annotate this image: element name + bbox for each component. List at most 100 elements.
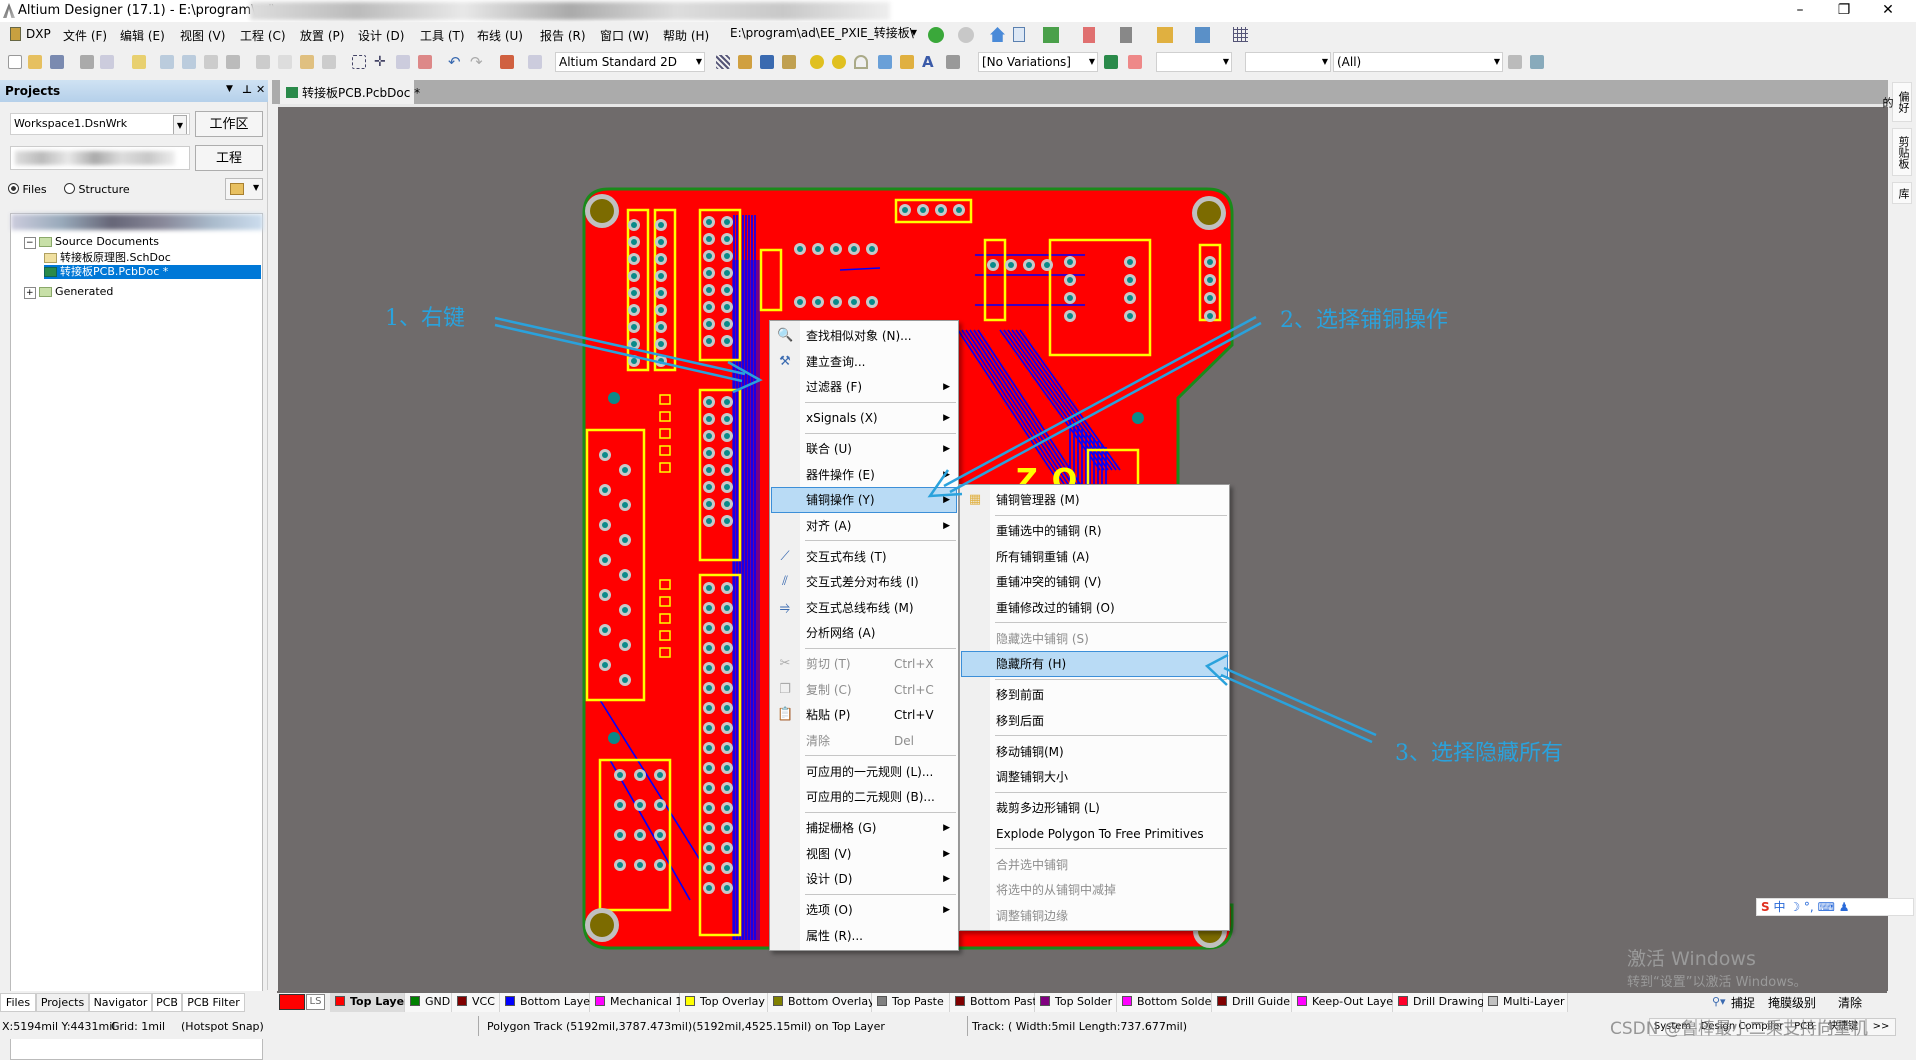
menu-item[interactable]: Explode Polygon To Free Primitives (961, 821, 1228, 847)
layer-tab[interactable]: Mechanical 1 (590, 993, 682, 1012)
layer-tab[interactable]: Top Paste (872, 993, 950, 1012)
menu-tools[interactable]: 工具 (T) (420, 27, 465, 44)
layer-tab[interactable]: Drill Drawing (1393, 993, 1484, 1012)
ime-mode-label[interactable]: 中 (1773, 900, 1785, 914)
ime-punct-icon[interactable]: °, (1804, 900, 1814, 914)
clear-button[interactable]: 清除 (1838, 994, 1862, 1011)
clear-filter-funnel-icon[interactable] (1530, 55, 1544, 69)
forward-icon[interactable] (958, 27, 974, 43)
menu-reports[interactable]: 报告 (R) (540, 27, 586, 44)
select-area-icon[interactable] (352, 55, 366, 69)
snap-filter-icon[interactable]: ⚲▾ (1712, 995, 1726, 1009)
menu-item[interactable]: 过滤器 (F) ▶ (771, 374, 957, 400)
collapse-icon[interactable]: − (24, 237, 36, 249)
panel-tab[interactable]: PCB (152, 993, 182, 1012)
radio-structure[interactable]: Structure (64, 183, 130, 196)
net-combo[interactable]: ▼ (1245, 52, 1331, 72)
menu-item[interactable]: 对齐 (A) ▶ (771, 513, 957, 539)
bus-route-icon[interactable] (760, 55, 774, 69)
menu-place[interactable]: 放置 (P) (300, 27, 344, 44)
room-icon[interactable] (1195, 27, 1210, 43)
apply-filter-icon[interactable] (1508, 55, 1522, 69)
radio-files[interactable]: Files (8, 183, 47, 196)
view-config-combo[interactable]: Altium Standard 2D ▼ (555, 52, 705, 72)
save-icon[interactable] (50, 55, 64, 69)
menu-item[interactable]: 合并选中铺铜 (961, 852, 1228, 878)
menu-item[interactable]: 重铺选中的铺铜 (R) (961, 518, 1228, 544)
menu-help[interactable]: 帮助 (H) (663, 27, 709, 44)
pad-icon[interactable] (810, 55, 824, 69)
menu-item[interactable]: 📋 粘贴 (P) Ctrl+V (771, 702, 957, 728)
layer-tab[interactable]: Top Overlay (680, 993, 768, 1012)
back-icon[interactable] (928, 27, 944, 43)
copy-icon[interactable] (278, 55, 292, 69)
pin-icon[interactable]: ⊥ (242, 83, 252, 96)
mask-level-button[interactable]: 掩膜级别 (1768, 994, 1816, 1011)
menu-item[interactable]: ❐ 复制 (C) Ctrl+C (771, 677, 957, 703)
menu-item[interactable]: ⟋ 交互式布线 (T) (771, 544, 957, 570)
interactive-route-icon[interactable] (716, 55, 730, 69)
menu-item[interactable]: 可应用的二元规则 (B)... (771, 784, 957, 810)
ime-moon-icon[interactable]: ☽ (1789, 900, 1800, 914)
diff-pair-route-icon[interactable] (738, 55, 752, 69)
menu-item[interactable]: 属性 (R)... (771, 923, 957, 949)
grid-icon[interactable] (1233, 27, 1248, 42)
layer-tab[interactable]: Multi-Layer (1483, 993, 1568, 1012)
layer-tab[interactable]: Bottom Layer (500, 993, 595, 1012)
menu-item[interactable]: 可应用的一元规则 (L)... (771, 759, 957, 785)
filter-combo[interactable]: (All) ▼ (1333, 52, 1503, 72)
panel-tab[interactable]: Navigator (89, 993, 152, 1012)
menu-item[interactable]: 联合 (U) ▶ (771, 436, 957, 462)
status-panel-button[interactable]: >> (1866, 1018, 1896, 1036)
tree-item-pcbdoc[interactable]: 转接板PCB.PcbDoc * (44, 265, 261, 279)
expand-icon[interactable]: + (24, 287, 36, 299)
panel-tab[interactable]: Files (0, 993, 36, 1012)
fill-icon[interactable] (878, 55, 892, 69)
menu-item[interactable]: 🔍 查找相似对象 (N)... (771, 323, 957, 349)
project-button[interactable]: 工程 (195, 145, 263, 171)
menu-item[interactable]: 视图 (V) ▶ (771, 841, 957, 867)
layer-tab[interactable]: Drill Guide (1212, 993, 1292, 1012)
layer-tab[interactable]: Top Layer (330, 993, 409, 1012)
project-combo[interactable] (10, 146, 190, 170)
library-panel-tab[interactable]: 库 (1892, 182, 1912, 204)
layer-tab[interactable]: Bottom Solder (1117, 993, 1216, 1012)
variant-manager-icon[interactable] (1104, 55, 1118, 69)
design-rule-icon[interactable] (1043, 27, 1059, 43)
layer-tab[interactable]: VCC (452, 993, 500, 1012)
undo-icon[interactable]: ↶ (448, 55, 462, 70)
clear-filter-icon[interactable] (418, 55, 432, 69)
menu-item[interactable]: 将选中的从铺铜中减掉 (961, 877, 1228, 903)
menu-item[interactable]: 隐藏所有 (H) (961, 651, 1228, 677)
menu-view[interactable]: 视图 (V) (180, 27, 225, 44)
document-path-combo[interactable]: E:\program\ad\EE_PXIE_转接板\ ▼ (727, 24, 919, 44)
ime-keyboard-icon[interactable]: ⌨ (1818, 900, 1835, 914)
favorites-panel-tab[interactable]: 偏好的 (1881, 82, 1912, 122)
sync-doc-icon[interactable] (1013, 27, 1025, 42)
layer-set-button[interactable]: LS (306, 994, 325, 1010)
menu-design[interactable]: 设计 (D) (358, 27, 404, 44)
menu-item[interactable]: 设计 (D) ▶ (771, 866, 957, 892)
panel-tab[interactable]: Projects (36, 993, 89, 1012)
menu-item[interactable]: ✂ 剪切 (T) Ctrl+X (771, 651, 957, 677)
menu-item[interactable]: ▦ 铺铜管理器 (M) (961, 487, 1228, 513)
menu-item[interactable]: 裁剪多边形铺铜 (L) (961, 795, 1228, 821)
menu-window[interactable]: 窗口 (W) (600, 27, 649, 44)
menu-item[interactable]: 调整铺铜大小 (961, 764, 1228, 790)
move-icon[interactable]: ✛ (374, 55, 388, 69)
menu-item[interactable]: xSignals (X) ▶ (771, 405, 957, 431)
differential-icon[interactable] (782, 55, 796, 69)
workspace-combo[interactable]: Workspace1.DsnWrk ▼ (10, 113, 190, 135)
layer-tab[interactable]: Bottom Overlay (768, 993, 875, 1012)
snap-button[interactable]: 捕捉 (1731, 994, 1755, 1011)
menu-item[interactable]: 重铺冲突的铺铜 (V) (961, 569, 1228, 595)
variations-combo[interactable]: [No Variations] ▼ (978, 52, 1098, 72)
document-tab[interactable]: 转接板PCB.PcbDoc * (280, 80, 420, 104)
place-component-icon[interactable] (946, 55, 960, 69)
paste-icon[interactable] (300, 55, 314, 69)
tree-item-schdoc[interactable]: 转接板原理图.SchDoc (44, 251, 171, 265)
layer-tab[interactable]: Top Solder (1035, 993, 1117, 1012)
tree-item-generated[interactable]: + Generated (24, 285, 113, 299)
menu-item[interactable]: 器件操作 (E) ▶ (771, 462, 957, 488)
zoom-selected-icon[interactable] (204, 55, 218, 69)
